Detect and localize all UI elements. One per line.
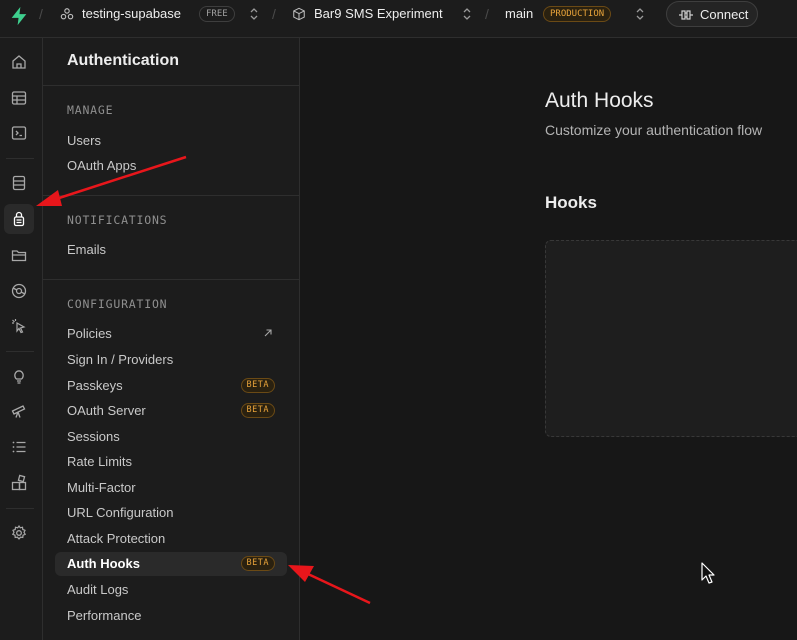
- branch-switcher-chevron-icon[interactable]: [635, 7, 645, 21]
- advisors-icon: [14, 370, 24, 384]
- sidebar-item-label: Audit Logs: [67, 582, 129, 597]
- observability-icon: [11, 405, 26, 418]
- sidebar-item-url-configuration[interactable]: URL Configuration: [55, 501, 287, 525]
- sidebar-item-label: Attack Protection: [67, 531, 166, 546]
- beta-badge: BETA: [240, 556, 275, 571]
- sidebar-item-users[interactable]: Users: [55, 129, 287, 153]
- sidebar-item-label: Policies: [67, 326, 112, 341]
- sidebar-item-passkeys[interactable]: Passkeys BETA: [55, 374, 287, 398]
- edge-functions-icon: [11, 283, 27, 299]
- rail-settings[interactable]: [4, 518, 34, 548]
- sidebar-item-sign-in-providers[interactable]: Sign In / Providers: [55, 348, 287, 372]
- integrations-icon: [11, 474, 27, 491]
- sidebar-item-label: Sessions: [67, 429, 120, 444]
- sidebar-item-attack-protection[interactable]: Attack Protection: [55, 527, 287, 551]
- sidebar-item-label: Rate Limits: [67, 454, 133, 469]
- sidebar-item-label: URL Configuration: [67, 505, 174, 520]
- hooks-heading: Hooks: [545, 193, 597, 212]
- icon-rail: [0, 38, 43, 640]
- top-bar: / testing-supabase FREE / Bar9 SMS Exper…: [0, 0, 797, 38]
- sidebar-item-label: OAuth Server: [67, 403, 146, 418]
- sidebar-item-audit-logs[interactable]: Audit Logs: [55, 578, 287, 602]
- section-configuration-heading: CONFIGURATION: [67, 297, 168, 311]
- storage-icon: [11, 250, 27, 262]
- rail-advisors[interactable]: [4, 361, 34, 391]
- realtime-icon: [12, 319, 26, 334]
- sidebar-item-auth-hooks[interactable]: Auth Hooks BETA: [55, 552, 287, 576]
- rail-divider: [6, 351, 34, 352]
- external-link-icon: [264, 329, 272, 337]
- sidebar-item-label: Auth Hooks: [67, 556, 140, 571]
- branch-env-badge: PRODUCTION: [543, 6, 612, 22]
- home-icon: [12, 55, 26, 69]
- table-editor-icon: [11, 91, 27, 105]
- sidebar-item-label: Emails: [67, 242, 107, 257]
- connect-button[interactable]: Connect: [666, 1, 758, 27]
- rail-database[interactable]: [4, 168, 34, 198]
- organization-icon: [60, 8, 74, 20]
- breadcrumb-separator: /: [485, 6, 489, 22]
- sidebar-divider: [43, 195, 299, 196]
- org-name[interactable]: testing-supabase: [82, 6, 181, 21]
- sidebar-item-label: Performance: [67, 608, 142, 623]
- sidebar-item-emails[interactable]: Emails: [55, 238, 287, 262]
- org-switcher-chevron-icon[interactable]: [249, 7, 259, 21]
- auth-icon: [13, 211, 25, 227]
- sidebar-divider: [43, 85, 299, 86]
- supabase-logo[interactable]: [8, 5, 30, 27]
- org-plan-badge: FREE: [199, 6, 235, 22]
- beta-badge: BETA: [240, 378, 275, 393]
- page-title: Auth Hooks: [545, 89, 654, 112]
- sidebar-item-rate-limits[interactable]: Rate Limits: [55, 450, 287, 474]
- sidebar-divider: [43, 279, 299, 280]
- sidebar-title: Authentication: [67, 52, 179, 69]
- sidebar-item-label: Passkeys: [67, 378, 123, 393]
- plug-icon: [679, 10, 693, 20]
- hooks-empty-panel: [545, 240, 797, 437]
- section-manage-heading: MANAGE: [67, 103, 114, 117]
- rail-sql-editor[interactable]: [4, 118, 34, 148]
- main-content: Auth Hooks Customize your authentication…: [300, 38, 797, 640]
- project-name[interactable]: Bar9 SMS Experiment: [314, 6, 443, 21]
- sidebar-item-performance[interactable]: Performance: [55, 604, 287, 628]
- connect-button-label: Connect: [700, 7, 749, 22]
- sidebar-item-multi-factor[interactable]: Multi-Factor: [55, 476, 287, 500]
- settings-icon: [11, 524, 27, 540]
- beta-badge: BETA: [240, 403, 275, 418]
- sidebar-item-policies[interactable]: Policies: [55, 322, 287, 346]
- rail-logs[interactable]: [4, 432, 34, 462]
- rail-observability[interactable]: [4, 396, 34, 426]
- page-subtitle: Customize your authentication flow: [545, 122, 763, 138]
- database-icon: [12, 175, 26, 191]
- sidebar-item-label: Sign In / Providers: [67, 352, 174, 367]
- rail-edge-functions[interactable]: [4, 276, 34, 306]
- rail-realtime[interactable]: [4, 311, 34, 341]
- branch-name[interactable]: main: [505, 6, 533, 21]
- breadcrumb-separator: /: [272, 6, 276, 22]
- sidebar-item-label: Users: [67, 133, 101, 148]
- sidebar-item-label: OAuth Apps: [67, 158, 137, 173]
- rail-authentication[interactable]: [4, 204, 34, 234]
- project-box-icon: [293, 7, 305, 21]
- section-notifications-heading: NOTIFICATIONS: [67, 213, 168, 227]
- auth-sidebar: Authentication MANAGE Users OAuth Apps N…: [43, 38, 300, 640]
- sidebar-item-oauth-server[interactable]: OAuth Server BETA: [55, 399, 287, 423]
- project-switcher-chevron-icon[interactable]: [462, 7, 472, 21]
- sidebar-item-label: Multi-Factor: [67, 480, 136, 495]
- logs-icon: [12, 441, 26, 453]
- sidebar-item-sessions[interactable]: Sessions: [55, 425, 287, 449]
- rail-divider: [6, 508, 34, 509]
- sidebar-item-oauth-apps[interactable]: OAuth Apps: [55, 154, 287, 178]
- sql-editor-icon: [11, 126, 27, 140]
- breadcrumb-separator: /: [39, 6, 43, 22]
- rail-divider: [6, 158, 34, 159]
- rail-home[interactable]: [4, 47, 34, 77]
- rail-storage[interactable]: [4, 240, 34, 270]
- rail-table-editor[interactable]: [4, 83, 34, 113]
- rail-integrations[interactable]: [4, 468, 34, 498]
